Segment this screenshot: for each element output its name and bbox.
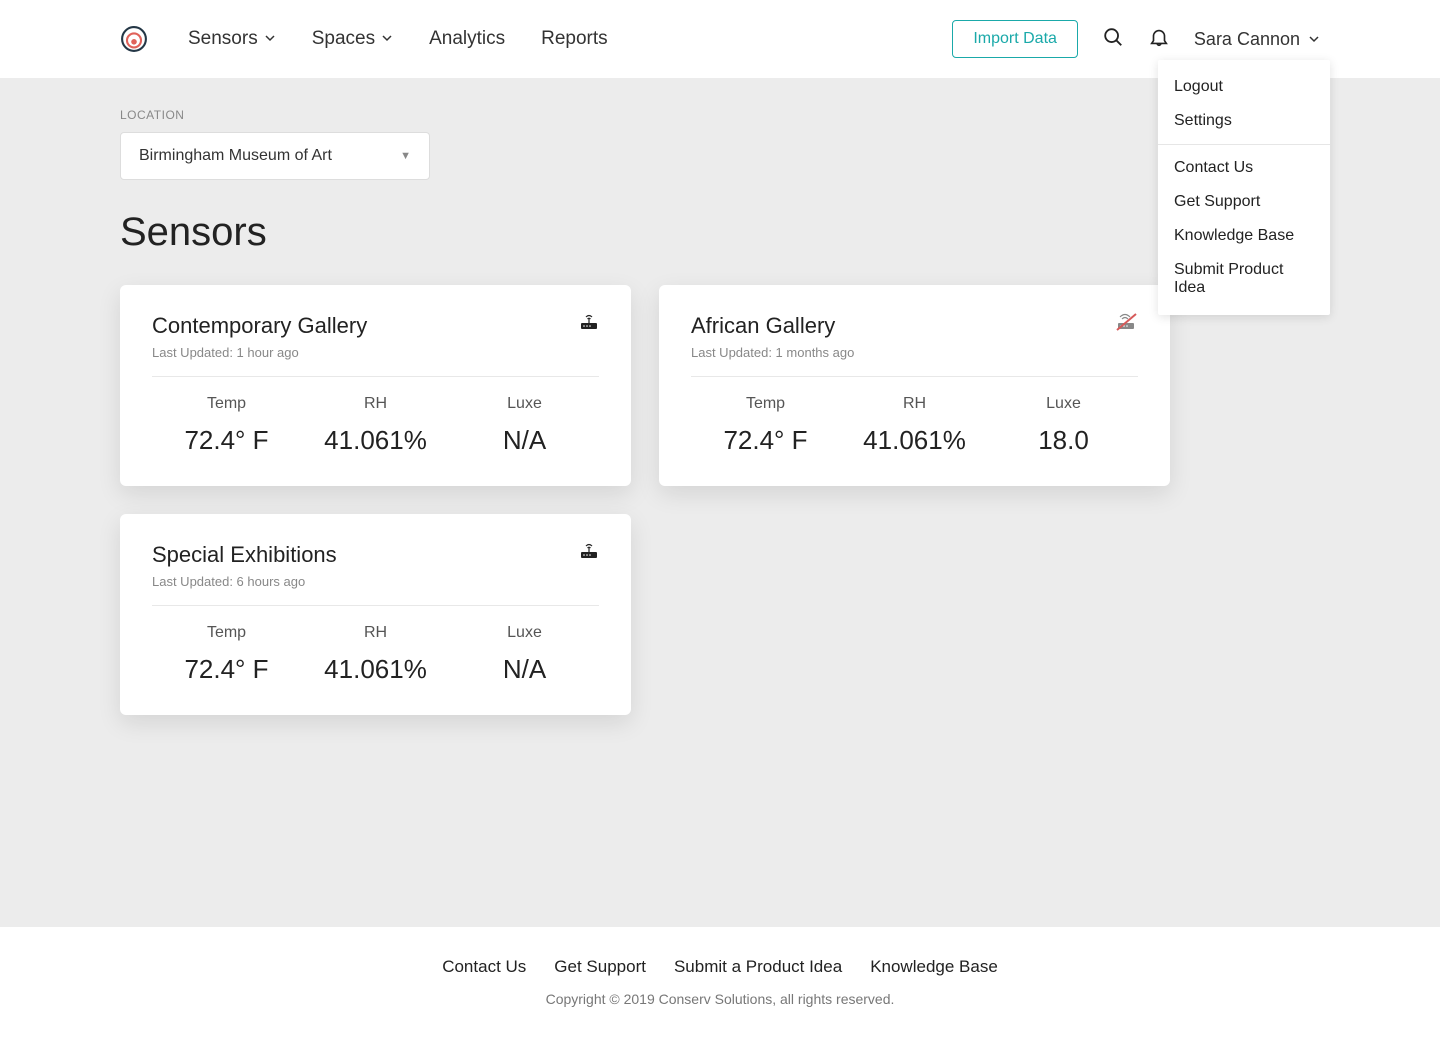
nav-spaces[interactable]: Spaces [312, 28, 393, 50]
chevron-down-icon [264, 28, 276, 50]
sensor-cards: Contemporary Gallery Last Updated: 1 hou… [120, 285, 1170, 715]
nav-reports[interactable]: Reports [541, 28, 608, 50]
dropdown-divider [1158, 144, 1330, 145]
card-header: African Gallery Last Updated: 1 months a… [691, 313, 1138, 360]
card-metrics: Temp 72.4° F RH 41.061% Luxe N/A [152, 624, 599, 685]
metric-temp: Temp 72.4° F [152, 624, 301, 685]
card-divider [152, 605, 599, 606]
dropdown-knowledge-base[interactable]: Knowledge Base [1158, 219, 1330, 253]
card-updated: Last Updated: 1 hour ago [152, 345, 367, 360]
nav-analytics-label: Analytics [429, 28, 505, 50]
dropdown-get-support[interactable]: Get Support [1158, 185, 1330, 219]
chevron-down-icon [381, 28, 393, 50]
page-title: Sensors [120, 210, 1320, 255]
card-metrics: Temp 72.4° F RH 41.061% Luxe N/A [152, 395, 599, 456]
dropdown-contact-us[interactable]: Contact Us [1158, 151, 1330, 185]
sensor-card[interactable]: African Gallery Last Updated: 1 months a… [659, 285, 1170, 486]
card-header: Contemporary Gallery Last Updated: 1 hou… [152, 313, 599, 360]
metric-luxe: Luxe N/A [450, 395, 599, 456]
sensor-card[interactable]: Special Exhibitions Last Updated: 6 hour… [120, 514, 631, 715]
footer-copyright: Copyright © 2019 Conserv Solutions, all … [0, 991, 1440, 1007]
metric-temp: Temp 72.4° F [152, 395, 301, 456]
metric-value: 18.0 [989, 425, 1138, 456]
metric-value: 41.061% [840, 425, 989, 456]
metric-value: 72.4° F [152, 425, 301, 456]
card-updated: Last Updated: 1 months ago [691, 345, 854, 360]
card-updated: Last Updated: 6 hours ago [152, 574, 337, 589]
footer: Contact Us Get Support Submit a Product … [0, 927, 1440, 1047]
card-divider [152, 376, 599, 377]
bell-icon [1148, 26, 1170, 53]
card-header: Special Exhibitions Last Updated: 6 hour… [152, 542, 599, 589]
metric-luxe: Luxe N/A [450, 624, 599, 685]
dropdown-settings[interactable]: Settings [1158, 104, 1330, 138]
metric-value: N/A [450, 654, 599, 685]
metric-label: RH [301, 395, 450, 413]
dropdown-logout[interactable]: Logout [1158, 70, 1330, 104]
footer-get-support[interactable]: Get Support [554, 957, 646, 977]
metric-luxe: Luxe 18.0 [989, 395, 1138, 456]
nav-sensors[interactable]: Sensors [188, 28, 276, 50]
router-offline-icon [1116, 313, 1138, 331]
metric-label: Temp [152, 624, 301, 642]
search-button[interactable] [1102, 26, 1124, 53]
metric-label: Luxe [450, 624, 599, 642]
metric-label: Luxe [450, 395, 599, 413]
import-data-button[interactable]: Import Data [952, 20, 1078, 58]
search-icon [1102, 26, 1124, 53]
metric-value: 72.4° F [152, 654, 301, 685]
footer-knowledge-base[interactable]: Knowledge Base [870, 957, 998, 977]
metric-label: RH [840, 395, 989, 413]
metric-rh: RH 41.061% [840, 395, 989, 456]
user-menu[interactable]: Sara Cannon [1194, 29, 1320, 50]
location-label: LOCATION [120, 108, 1320, 122]
metric-label: Temp [691, 395, 840, 413]
header-right: Import Data Sara Cannon [952, 20, 1320, 58]
location-select[interactable]: Birmingham Museum of Art ▼ [120, 132, 430, 180]
metric-value: 72.4° F [691, 425, 840, 456]
metric-value: 41.061% [301, 425, 450, 456]
metric-value: 41.061% [301, 654, 450, 685]
dropdown-submit-idea[interactable]: Submit Product Idea [1158, 253, 1330, 305]
nav-reports-label: Reports [541, 28, 608, 50]
metric-rh: RH 41.061% [301, 624, 450, 685]
card-title: African Gallery [691, 313, 854, 339]
sensor-card[interactable]: Contemporary Gallery Last Updated: 1 hou… [120, 285, 631, 486]
metric-label: Temp [152, 395, 301, 413]
caret-down-icon: ▼ [400, 150, 411, 162]
metric-temp: Temp 72.4° F [691, 395, 840, 456]
metric-value: N/A [450, 425, 599, 456]
user-name-label: Sara Cannon [1194, 29, 1300, 50]
metric-rh: RH 41.061% [301, 395, 450, 456]
card-metrics: Temp 72.4° F RH 41.061% Luxe 18.0 [691, 395, 1138, 456]
user-dropdown: Logout Settings Contact Us Get Support K… [1158, 60, 1330, 315]
footer-contact-us[interactable]: Contact Us [442, 957, 526, 977]
nav-sensors-label: Sensors [188, 28, 258, 50]
footer-links: Contact Us Get Support Submit a Product … [0, 957, 1440, 977]
metric-label: RH [301, 624, 450, 642]
chevron-down-icon [1308, 29, 1320, 50]
nav-analytics[interactable]: Analytics [429, 28, 505, 50]
router-online-icon [579, 542, 599, 560]
brand-logo[interactable] [120, 25, 148, 53]
footer-submit-idea[interactable]: Submit a Product Idea [674, 957, 842, 977]
nav-spaces-label: Spaces [312, 28, 375, 50]
metric-label: Luxe [989, 395, 1138, 413]
notifications-button[interactable] [1148, 26, 1170, 53]
location-selected-value: Birmingham Museum of Art [139, 147, 332, 165]
card-title: Special Exhibitions [152, 542, 337, 568]
router-online-icon [579, 313, 599, 331]
card-title: Contemporary Gallery [152, 313, 367, 339]
main-nav: Sensors Spaces Analytics Reports [188, 28, 608, 50]
card-divider [691, 376, 1138, 377]
